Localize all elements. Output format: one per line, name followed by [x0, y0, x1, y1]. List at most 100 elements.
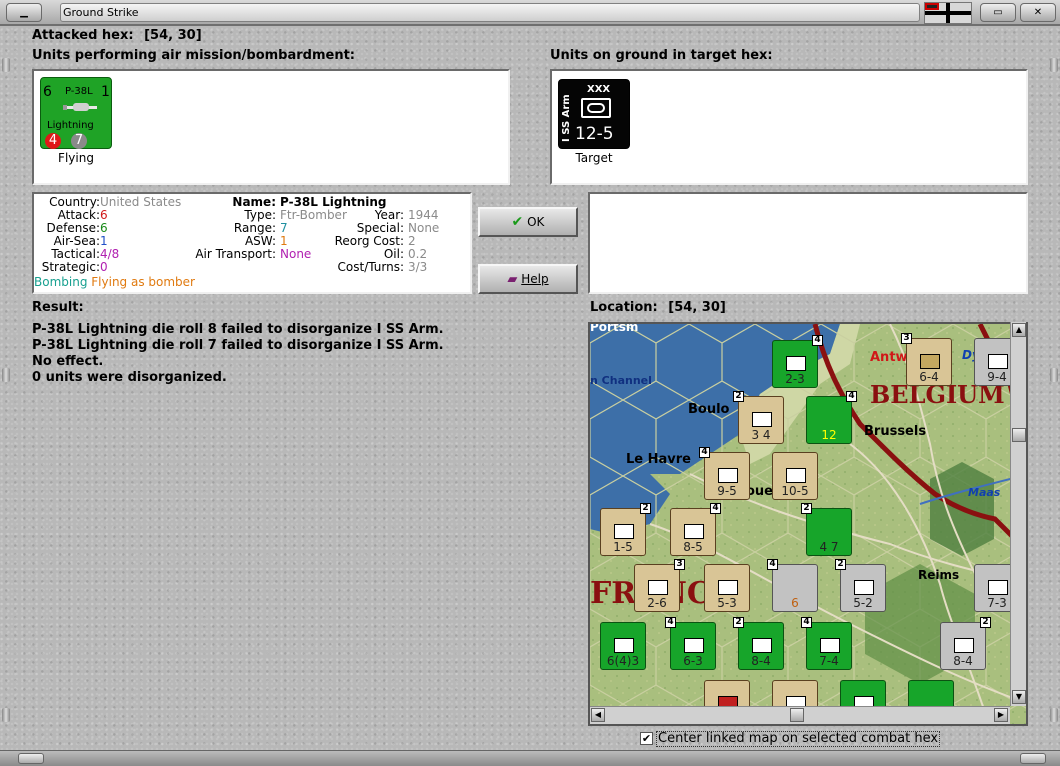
counter-strength: 5-3 [717, 596, 737, 610]
center-map-label: Center linked map on selected combat hex [656, 731, 941, 747]
unit-range: 6 [43, 84, 52, 100]
map-unit-counter[interactable]: 6(4)3 [600, 622, 646, 670]
map-label-le-havre: Le Havre [626, 452, 691, 467]
map-unit-counter[interactable]: 7-4 4 [801, 617, 852, 670]
unit-attack-badge: 4 [45, 133, 61, 149]
counter-strength: 3 4 [751, 428, 771, 442]
p38l-unit-counter[interactable]: 6 P-38L 1 Lightning 4 7 [40, 77, 112, 149]
book-icon: ▰ [507, 272, 518, 287]
checkmark-icon: ✔ [511, 214, 524, 230]
country-value: United States [100, 195, 182, 209]
mission-line: Bombing Flying as bomber [34, 276, 195, 289]
map-label-antwerp: Antw [870, 350, 908, 365]
unit-detail-panel [588, 192, 1028, 294]
map-air-counter[interactable]: 64 [767, 559, 818, 612]
unit-count: 1 [101, 84, 110, 100]
map-unit-counter[interactable]: 2-3 4 [772, 335, 823, 388]
strategic-value: 0 [100, 260, 108, 274]
close-button[interactable]: ✕ [1020, 3, 1056, 22]
ground-units-panel: I SS Arm XXX 12-5 Target [550, 69, 1028, 185]
location-label: Location: [590, 300, 658, 315]
cost-label: Cost/Turns: [337, 260, 404, 274]
stack-count: 2 [801, 503, 812, 514]
map-unit-counter[interactable]: 1-5 2 [600, 503, 651, 556]
bottom-frame [0, 750, 1060, 766]
map-unit-counter[interactable]: 10-5 [772, 452, 818, 500]
air-units-panel: 6 P-38L 1 Lightning 4 7 Flying [32, 69, 510, 185]
result-line: 0 units were disorganized. [32, 370, 227, 385]
air-transport-value: None [280, 247, 312, 261]
counter-strength: 6 [791, 596, 799, 610]
armor-symbol-icon [581, 98, 611, 118]
map-unit-counter[interactable]: 6-4 3 [901, 333, 952, 386]
map-label-boulogne: Boulo [688, 402, 730, 417]
window-title: Ground Strike [60, 3, 920, 22]
stack-count: 4 [846, 391, 857, 402]
map-unit-counter[interactable]: 8-5 4 [670, 503, 721, 556]
ok-label: OK [527, 215, 545, 229]
stack-count: 3 [901, 333, 912, 344]
attacked-hex-value: [54, 30] [144, 28, 202, 43]
center-map-checkbox[interactable]: ✔ [640, 732, 653, 745]
stack-count: 4 [767, 559, 778, 570]
result-line: P-38L Lightning die roll 8 failed to dis… [32, 322, 444, 337]
stack-count: 4 [699, 447, 710, 458]
scroll-left-arrow-icon[interactable]: ◀ [591, 708, 605, 722]
counter-strength: 6-4 [919, 370, 939, 384]
counter-strength: 12 [821, 428, 837, 442]
help-button[interactable]: ▰ Help [478, 264, 578, 294]
mission-mode: Flying as bomber [91, 275, 195, 289]
map-air-counter[interactable]: 12 4 [806, 391, 857, 444]
ss-arm-unit-counter[interactable]: I SS Arm XXX 12-5 [558, 79, 630, 149]
restore-icon: ▭ [993, 7, 1003, 18]
map-label-channel: n Channel [590, 374, 652, 387]
stack-count: 2 [733, 617, 744, 628]
map-unit-counter[interactable]: 3 4 2 [733, 391, 784, 444]
ok-button[interactable]: ✔ OK [478, 207, 578, 237]
map-air-counter[interactable]: 4 7 2 [801, 503, 852, 556]
counter-strength: 7-4 [819, 654, 839, 668]
location-header: Location: [54, 30] [590, 300, 726, 315]
flag-icon [924, 2, 972, 24]
map-unit-counter[interactable]: 9-5 4 [699, 447, 750, 500]
map-label-maas: Maas [968, 486, 1001, 499]
map-unit-counter[interactable]: 8-4 2 [940, 617, 991, 670]
vertical-scroll-thumb[interactable] [1012, 428, 1026, 442]
attacked-hex-label: Attacked hex: [32, 28, 134, 43]
map-unit-counter[interactable]: 5-2 2 [835, 559, 886, 612]
map-label-portsmouth: Portsm [590, 322, 639, 334]
restore-button[interactable]: ▭ [980, 3, 1016, 22]
map-vertical-scrollbar[interactable]: ▲ ▼ [1010, 322, 1026, 706]
map-unit-counter[interactable]: 5-3 [704, 564, 750, 612]
target-unit-size: XXX [587, 84, 611, 95]
stack-count: 2 [835, 559, 846, 570]
map-label-reims: Reims [918, 568, 960, 582]
unit-name: P-38L [65, 86, 93, 97]
system-menu-button[interactable]: ▁ [6, 3, 42, 22]
map-horizontal-scrollbar[interactable]: ◀ ▶ [590, 706, 1010, 724]
result-line: No effect. [32, 354, 104, 369]
counter-strength: 8-4 [751, 654, 771, 668]
stack-count: 2 [980, 617, 991, 628]
counter-strength: 2-6 [647, 596, 667, 610]
plane-icon [63, 100, 99, 117]
help-label: Help [521, 272, 549, 286]
stack-count: 4 [665, 617, 676, 628]
strategic-label: Strategic: [41, 260, 100, 274]
close-icon: ✕ [1033, 7, 1043, 18]
linked-map[interactable]: n Channel BELGIUM Antw Dy Brussels Boulo… [588, 322, 1028, 726]
cost-value: 3/3 [408, 260, 428, 274]
map-unit-counter[interactable]: 8-4 2 [733, 617, 784, 670]
scroll-up-arrow-icon[interactable]: ▲ [1012, 323, 1026, 337]
counter-strength: 6-3 [683, 654, 703, 668]
counter-strength: 8-4 [953, 654, 973, 668]
mission-type: Bombing [34, 275, 88, 289]
result-line: P-38L Lightning die roll 7 failed to dis… [32, 338, 444, 353]
map-unit-counter[interactable]: 2-6 3 [634, 559, 685, 612]
scroll-right-arrow-icon[interactable]: ▶ [994, 708, 1008, 722]
ground-units-label: Units on ground in target hex: [550, 48, 773, 63]
scroll-down-arrow-icon[interactable]: ▼ [1012, 690, 1026, 704]
air-transport-label: Air Transport: [195, 247, 276, 261]
horizontal-scroll-thumb[interactable] [790, 708, 804, 722]
map-unit-counter[interactable]: 6-3 4 [665, 617, 716, 670]
